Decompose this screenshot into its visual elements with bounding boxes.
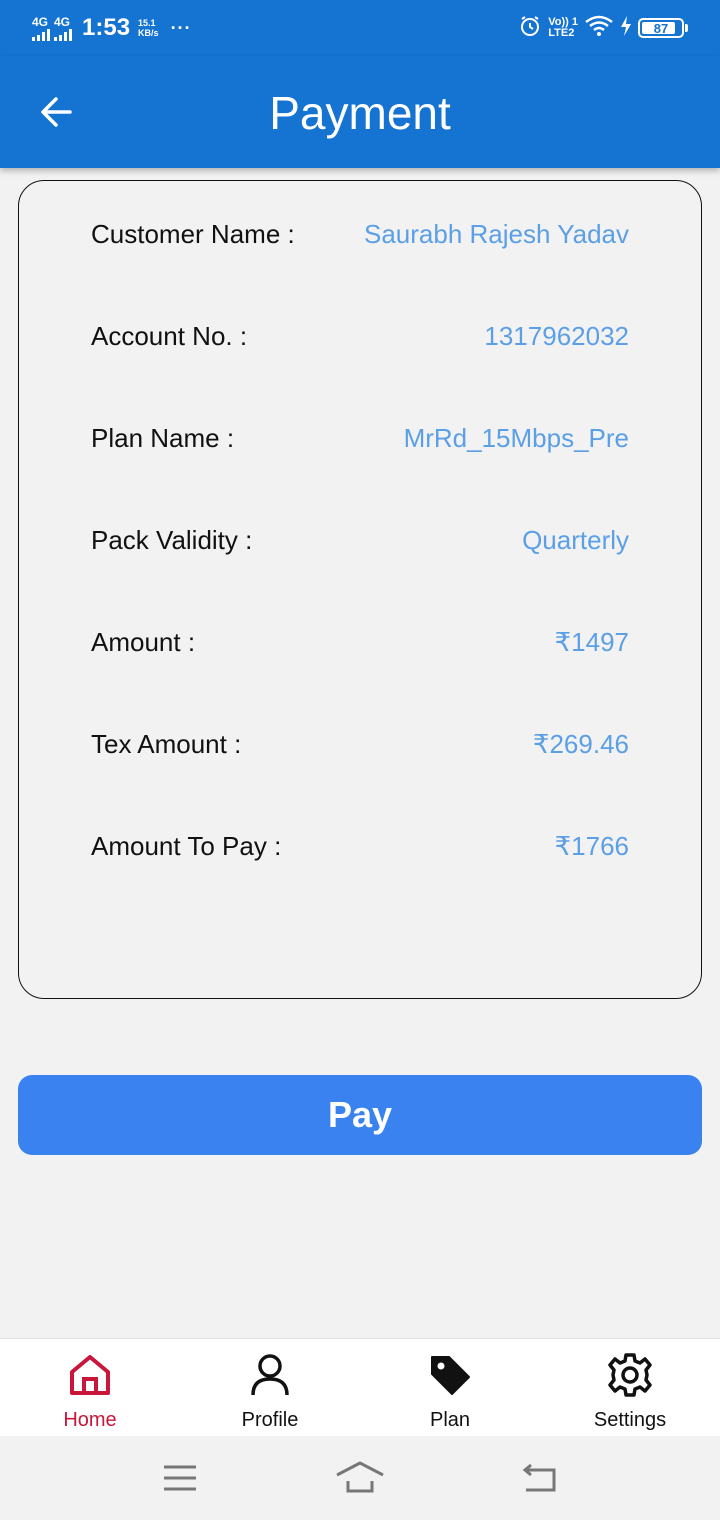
home-outline-icon[interactable]: [330, 1456, 390, 1500]
volte-indicator: Vo)) 1 LTE2: [548, 16, 578, 39]
payment-details-card: Customer Name : Saurabh Rajesh Yadav Acc…: [18, 180, 702, 999]
status-bar: 4G 4G 1:53 15.1 KB/s ··· Vo)) 1 LTE2 87: [0, 0, 720, 56]
detail-label: Plan Name :: [91, 422, 235, 453]
wifi-icon: [584, 15, 614, 42]
detail-label: Tex Amount :: [91, 728, 242, 759]
person-icon: [246, 1351, 294, 1399]
detail-value: ₹1497: [554, 626, 629, 657]
nav-item-settings[interactable]: Settings: [540, 1339, 720, 1437]
pay-button[interactable]: Pay: [18, 1075, 702, 1155]
detail-row-customer-name: Customer Name : Saurabh Rajesh Yadav: [91, 214, 629, 254]
nav-item-home[interactable]: Home: [0, 1339, 180, 1437]
detail-label: Customer Name :: [91, 218, 295, 249]
charging-icon: [620, 15, 632, 42]
back-return-icon[interactable]: [510, 1456, 570, 1500]
detail-value: MrRd_15Mbps_Pre: [403, 422, 629, 453]
detail-value: Quarterly: [522, 524, 629, 555]
detail-row-tax-amount: Tex Amount : ₹269.46: [91, 724, 629, 764]
bottom-navigation: Home Profile Plan Settings: [0, 1338, 720, 1436]
detail-value: Saurabh Rajesh Yadav: [363, 218, 629, 249]
detail-label: Amount To Pay :: [91, 830, 282, 861]
nav-label-settings: Settings: [593, 1409, 667, 1431]
detail-row-amount-to-pay: Amount To Pay : ₹1766: [91, 826, 629, 866]
nav-label-profile: Profile: [241, 1409, 299, 1431]
detail-row-account-no: Account No. : 1317962032: [91, 316, 629, 356]
more-notifications-icon: ···: [170, 17, 192, 38]
detail-label: Amount :: [91, 626, 196, 657]
tag-icon: [426, 1351, 474, 1399]
detail-value: 1317962032: [484, 320, 629, 351]
detail-row-plan-name: Plan Name : MrRd_15Mbps_Pre: [91, 418, 629, 458]
nav-label-plan: Plan: [429, 1409, 471, 1431]
detail-row-amount: Amount : ₹1497: [91, 622, 629, 662]
menu-icon[interactable]: [150, 1456, 210, 1500]
gear-icon: [606, 1351, 654, 1399]
home-icon: [66, 1351, 114, 1399]
battery-icon: 87: [638, 18, 684, 38]
nav-item-profile[interactable]: Profile: [180, 1339, 360, 1437]
app-bar: Payment: [0, 56, 720, 168]
nav-item-plan[interactable]: Plan: [360, 1339, 540, 1437]
detail-label: Pack Validity :: [91, 524, 253, 555]
detail-row-pack-validity: Pack Validity : Quarterly: [91, 520, 629, 560]
status-time: 1:53: [82, 14, 131, 41]
detail-label: Account No. :: [91, 320, 248, 351]
system-navigation-bar: [0, 1436, 720, 1520]
detail-value: ₹1766: [554, 830, 629, 861]
detail-value: ₹269.46: [532, 728, 629, 759]
signal-icon-sim1: 4G: [32, 16, 50, 41]
page-title: Payment: [269, 87, 451, 139]
nav-label-home: Home: [63, 1409, 117, 1431]
signal-icon-sim2: 4G: [54, 16, 72, 41]
network-speed: 15.1 KB/s: [138, 18, 159, 38]
alarm-icon: [518, 14, 542, 43]
